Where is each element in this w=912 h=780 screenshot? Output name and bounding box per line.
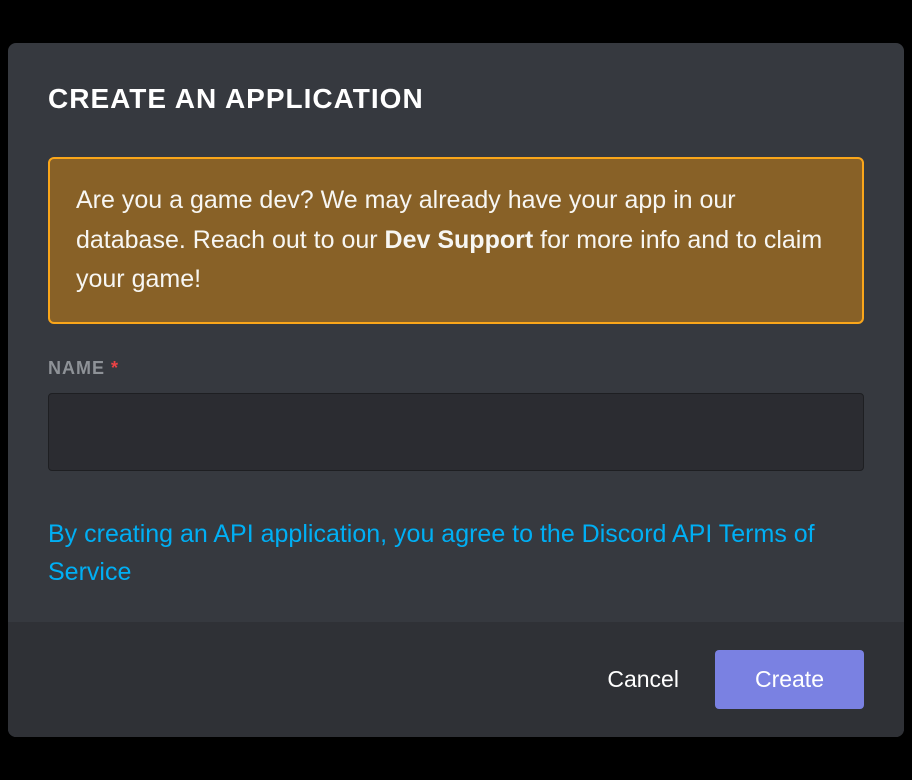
- create-button[interactable]: Create: [715, 650, 864, 709]
- dev-support-link[interactable]: Dev Support: [385, 226, 534, 254]
- cancel-button[interactable]: Cancel: [599, 654, 687, 705]
- info-banner-text: Are you a game dev? We may already have …: [76, 181, 836, 300]
- modal-footer: Cancel Create: [8, 622, 904, 737]
- name-field-label: NAME: [48, 358, 105, 379]
- required-mark: *: [111, 358, 118, 379]
- name-field-label-row: NAME *: [48, 358, 864, 379]
- modal-title: CREATE AN APPLICATION: [48, 83, 864, 115]
- create-application-modal: CREATE AN APPLICATION Are you a game dev…: [8, 43, 904, 737]
- modal-body: CREATE AN APPLICATION Are you a game dev…: [8, 43, 904, 622]
- info-banner: Are you a game dev? We may already have …: [48, 157, 864, 324]
- name-input[interactable]: [48, 393, 864, 471]
- terms-of-service-link[interactable]: By creating an API application, you agre…: [48, 515, 828, 593]
